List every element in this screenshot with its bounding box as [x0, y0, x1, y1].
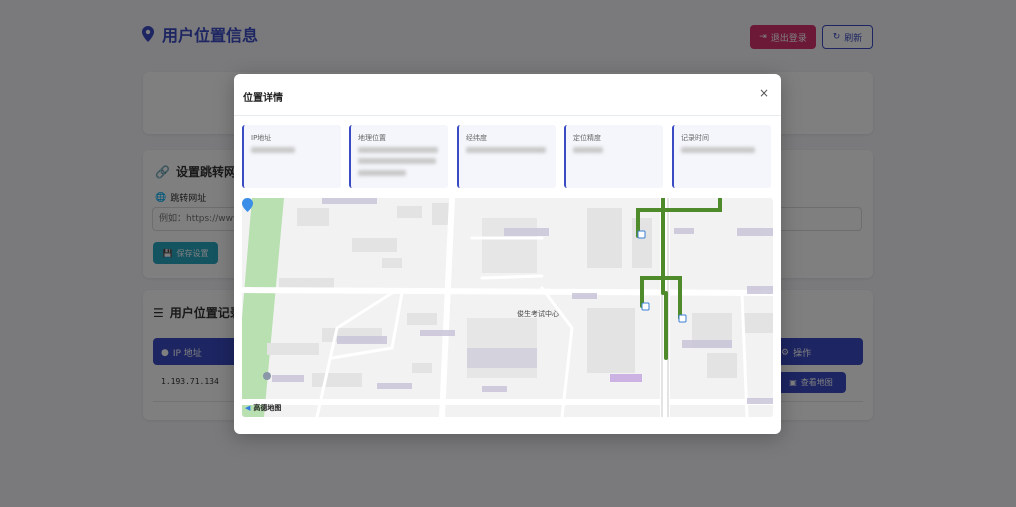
info-card-label: IP地址: [251, 134, 272, 142]
info-card-label: 地理位置: [358, 134, 386, 142]
modal-title: 位置详情: [243, 93, 283, 104]
redacted-value: [251, 147, 295, 153]
redacted-value: [681, 147, 755, 153]
info-card-timestamp: 记录时间: [672, 125, 771, 188]
redacted-value: [358, 158, 436, 164]
close-icon[interactable]: ×: [757, 86, 771, 100]
info-card-coordinates: 经纬度: [457, 125, 556, 188]
map-provider-text: 高德地图: [253, 404, 282, 412]
info-card-location: 地理位置: [349, 125, 448, 188]
info-card-label: 经纬度: [466, 134, 487, 142]
info-card-accuracy: 定位精度: [564, 125, 663, 188]
redacted-value: [573, 147, 603, 153]
map-location-label: 俊生考试中心: [517, 310, 559, 318]
map-canvas: [242, 198, 773, 417]
info-card-ip: IP地址: [242, 125, 341, 188]
modal-header: 位置详情 ×: [234, 74, 781, 116]
map-view[interactable]: 俊生考试中心 ◀ 高德地图: [242, 198, 773, 417]
redacted-value: [358, 147, 438, 153]
location-marker-icon[interactable]: [242, 198, 253, 212]
info-card-label: 定位精度: [573, 134, 601, 142]
location-detail-modal: 位置详情 × IP地址 地理位置 经纬度 定位精度 记录时间 俊生考试中心 ◀ …: [234, 74, 781, 434]
info-cards: IP地址 地理位置 经纬度 定位精度 记录时间: [242, 125, 773, 188]
redacted-value: [466, 147, 546, 153]
redacted-value: [358, 170, 406, 176]
map-provider-logo: ◀ 高德地图: [245, 403, 281, 413]
amap-arrow-icon: ◀: [245, 404, 251, 412]
info-card-label: 记录时间: [681, 134, 709, 142]
